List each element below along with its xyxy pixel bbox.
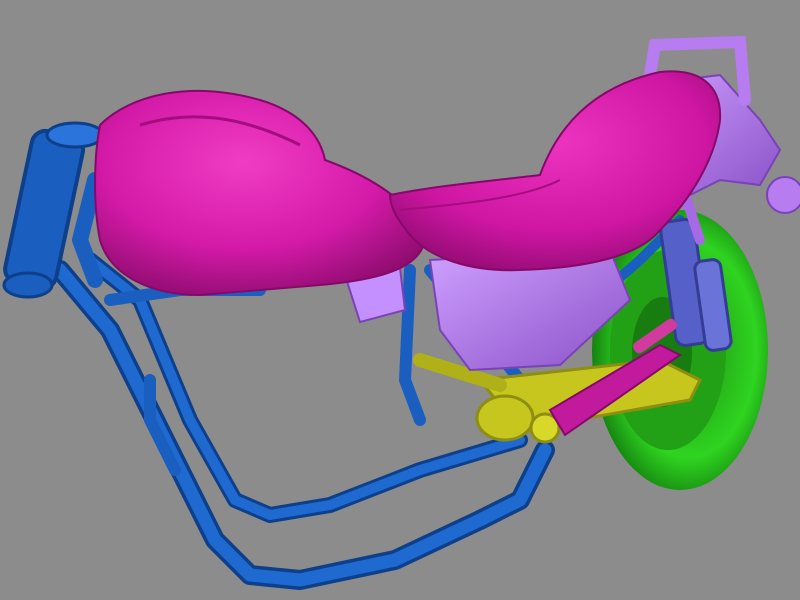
- swingarm-pivot: [475, 394, 535, 442]
- render-scene: [2, 35, 800, 590]
- steering-head-top: [45, 121, 105, 149]
- fuel-tank: [94, 89, 427, 297]
- steering-head-tube: [3, 128, 86, 291]
- frame-upright-rear: [399, 264, 426, 426]
- frame-downtube: [72, 172, 103, 288]
- tank-body: [94, 89, 427, 297]
- steering-head-bottom: [2, 271, 54, 299]
- tail-light-knob: [766, 176, 800, 214]
